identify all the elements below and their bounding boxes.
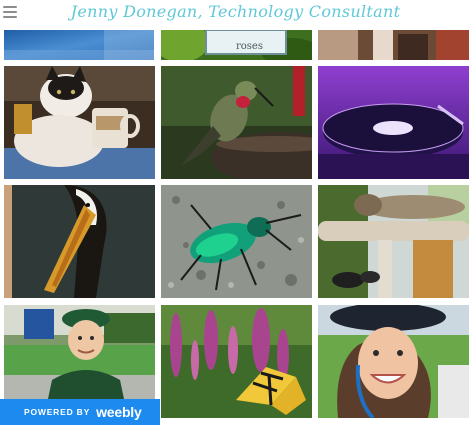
gallery-image-sky[interactable] — [4, 30, 154, 60]
gallery-image-room[interactable] — [318, 30, 469, 60]
gallery-image-woman-helmet[interactable] — [318, 305, 469, 418]
site-title[interactable]: Jenny Donegan, Technology Consultant — [0, 2, 471, 21]
roses-sign-text: roses — [236, 41, 263, 52]
gallery-image-beetle[interactable] — [161, 185, 312, 298]
weebly-logo: weebly — [96, 404, 142, 420]
gallery-image-record-player[interactable] — [318, 66, 469, 179]
gallery-image-pelican[interactable] — [4, 185, 155, 298]
gallery-image-cat-railing[interactable] — [318, 185, 469, 298]
gallery-image-hummingbird[interactable] — [161, 66, 312, 179]
gallery-image-flowers-butterfly[interactable] — [161, 305, 312, 418]
gallery-image-roses-sign[interactable]: roses — [161, 30, 312, 60]
powered-by-weebly-badge[interactable]: POWERED BY weebly — [0, 399, 160, 425]
powered-by-label: POWERED BY — [24, 407, 91, 417]
top-bar: Jenny Donegan, Technology Consultant — [0, 0, 471, 28]
gallery-image-cat-mug[interactable] — [4, 66, 155, 179]
